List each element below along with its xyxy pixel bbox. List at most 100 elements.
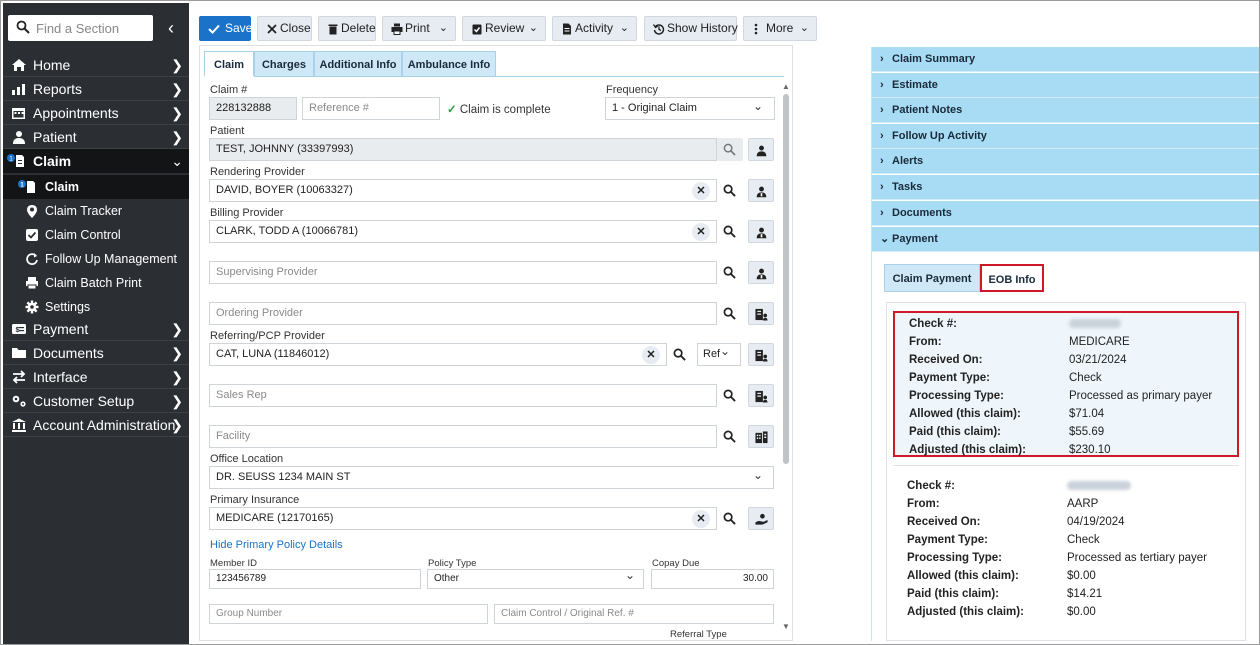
- tab-claim[interactable]: Claim: [204, 51, 254, 77]
- accordion-payment[interactable]: ⌄ Payment: [872, 227, 1259, 252]
- referring-provider-field[interactable]: CAT, LUNA (11846012): [209, 343, 667, 366]
- scroll-up-icon[interactable]: ▲: [782, 82, 790, 91]
- accordion-patient-notes[interactable]: › Patient Notes: [872, 98, 1259, 123]
- rendering-provider-field[interactable]: DAVID, BOYER (10063327): [209, 179, 717, 202]
- nav-interface[interactable]: Interface ❯: [3, 365, 189, 389]
- clear-icon[interactable]: ✕: [692, 182, 710, 200]
- nav-patient[interactable]: Patient ❯: [3, 125, 189, 149]
- patient-field: TEST, JOHNNY (33397993): [209, 138, 717, 161]
- delete-button[interactable]: Delete: [318, 16, 376, 41]
- group-number-input[interactable]: Group Number: [209, 604, 488, 624]
- referring-search-button[interactable]: [667, 343, 693, 366]
- facility-search-button[interactable]: [717, 425, 743, 448]
- hide-primary-policy-link[interactable]: Hide Primary Policy Details: [210, 539, 343, 551]
- chevron-down-icon: ⌄: [720, 344, 731, 358]
- show-history-button[interactable]: Show History: [644, 16, 738, 41]
- rendering-provider-button[interactable]: [748, 179, 774, 202]
- allowed-label: Allowed (this claim):: [907, 570, 1019, 582]
- tab-claim-payment[interactable]: Claim Payment: [884, 264, 980, 292]
- tab-charges[interactable]: Charges: [254, 51, 314, 77]
- review-button[interactable]: Review ⌄: [462, 16, 546, 41]
- policy-type-select[interactable]: Other: [427, 569, 644, 589]
- subnav-claim-batch-print[interactable]: Claim Batch Print: [3, 271, 189, 295]
- tab-additional-info[interactable]: Additional Info: [314, 51, 402, 77]
- accordion-estimate[interactable]: › Estimate: [872, 73, 1259, 98]
- primary-insurance-field[interactable]: MEDICARE (12170165): [209, 507, 717, 530]
- facility-button[interactable]: [748, 425, 774, 448]
- section-search[interactable]: [8, 15, 153, 41]
- subnav-claim-tracker[interactable]: Claim Tracker: [3, 199, 189, 223]
- payment-type-value: Check: [1069, 372, 1102, 384]
- scroll-down-icon[interactable]: ▼: [782, 622, 790, 631]
- chevron-down-icon: ⌄: [438, 22, 448, 34]
- tab-ambulance-info[interactable]: Ambulance Info: [402, 51, 496, 77]
- nav-appointments[interactable]: Appointments ❯: [3, 101, 189, 125]
- nav-home[interactable]: Home ❯: [3, 53, 189, 77]
- scrollbar[interactable]: ▲ ▼: [782, 82, 790, 634]
- nav-claim[interactable]: 1 Claim ⌄: [3, 149, 189, 173]
- clear-icon[interactable]: ✕: [692, 510, 710, 528]
- contact-card-icon: [755, 390, 768, 403]
- supervising-provider-input[interactable]: Supervising Provider: [209, 261, 717, 284]
- save-button[interactable]: Save: [199, 16, 252, 41]
- ordering-search-button[interactable]: [717, 302, 743, 325]
- clear-icon[interactable]: ✕: [642, 346, 660, 364]
- subnav-claim[interactable]: 1 Claim: [3, 175, 189, 199]
- nav-account-administration[interactable]: Account Administration ❯: [3, 413, 189, 437]
- copay-due-label: Copay Due: [652, 558, 700, 569]
- billing-provider-button[interactable]: [748, 220, 774, 243]
- accordion-follow-up-activity[interactable]: › Follow Up Activity: [872, 124, 1259, 149]
- nav-payment[interactable]: $ Payment ❯: [3, 317, 189, 341]
- accordion-claim-summary[interactable]: › Claim Summary: [872, 47, 1259, 72]
- supervising-search-button[interactable]: [717, 261, 743, 284]
- map-pin-icon: [27, 205, 37, 218]
- accordion-label: Claim Summary: [892, 53, 976, 65]
- member-id-field[interactable]: 123456789: [209, 569, 421, 589]
- scroll-thumb[interactable]: [783, 94, 789, 464]
- collapse-sidebar-icon[interactable]: ‹: [161, 17, 181, 39]
- reference-input[interactable]: Reference #: [302, 97, 440, 120]
- insurance-button[interactable]: [748, 507, 774, 530]
- section-search-input[interactable]: [36, 18, 148, 38]
- billing-search-button[interactable]: [717, 220, 743, 243]
- patient-profile-button[interactable]: [748, 138, 774, 161]
- copay-due-field[interactable]: 30.00: [651, 569, 774, 589]
- search-icon: [723, 225, 736, 238]
- accordion-documents[interactable]: › Documents: [872, 201, 1259, 226]
- ordering-provider-input[interactable]: Ordering Provider: [209, 302, 717, 325]
- ordering-provider-button[interactable]: [748, 302, 774, 325]
- more-button[interactable]: More ⌄: [743, 16, 817, 41]
- facility-input[interactable]: Facility: [209, 425, 717, 448]
- referring-provider-button[interactable]: [748, 343, 774, 366]
- accordion-alerts[interactable]: › Alerts: [872, 149, 1259, 174]
- close-button[interactable]: Close: [257, 16, 312, 41]
- subnav-claim-control[interactable]: Claim Control: [3, 223, 189, 247]
- frequency-select[interactable]: 1 - Original Claim: [605, 97, 775, 120]
- supervising-provider-button[interactable]: [748, 261, 774, 284]
- nav-customer-setup[interactable]: Customer Setup ❯: [3, 389, 189, 413]
- sales-rep-input[interactable]: Sales Rep: [209, 384, 717, 407]
- doctor-icon: [756, 268, 767, 280]
- chevron-down-icon: ⌄: [753, 468, 764, 482]
- tab-eob-info[interactable]: EOB Info: [980, 264, 1044, 292]
- activity-button[interactable]: Activity ⌄: [552, 16, 637, 41]
- sales-rep-button[interactable]: [748, 384, 774, 407]
- subnav-settings[interactable]: Settings: [3, 295, 189, 319]
- clear-icon[interactable]: ✕: [692, 223, 710, 241]
- patient-search-button[interactable]: [717, 138, 743, 161]
- office-location-select[interactable]: DR. SEUSS 1234 MAIN ST: [209, 466, 774, 489]
- primary-insurance-label: Primary Insurance: [210, 494, 300, 506]
- print-button[interactable]: Print ⌄: [382, 16, 456, 41]
- nav-documents[interactable]: Documents ❯: [3, 341, 189, 365]
- insurance-search-button[interactable]: [717, 507, 743, 530]
- nav-reports[interactable]: Reports ❯: [3, 77, 189, 101]
- rendering-search-button[interactable]: [717, 179, 743, 202]
- nav-label: Appointments: [33, 105, 119, 121]
- policy-type-label: Policy Type: [428, 558, 477, 569]
- subnav-follow-up-management[interactable]: Follow Up Management: [3, 247, 189, 271]
- referral-type-select[interactable]: Ref: [697, 343, 741, 366]
- accordion-tasks[interactable]: › Tasks: [872, 175, 1259, 200]
- claim-control-input[interactable]: Claim Control / Original Ref. #: [494, 604, 774, 624]
- billing-provider-field[interactable]: CLARK, TODD A (10066781): [209, 220, 717, 243]
- sales-rep-search-button[interactable]: [717, 384, 743, 407]
